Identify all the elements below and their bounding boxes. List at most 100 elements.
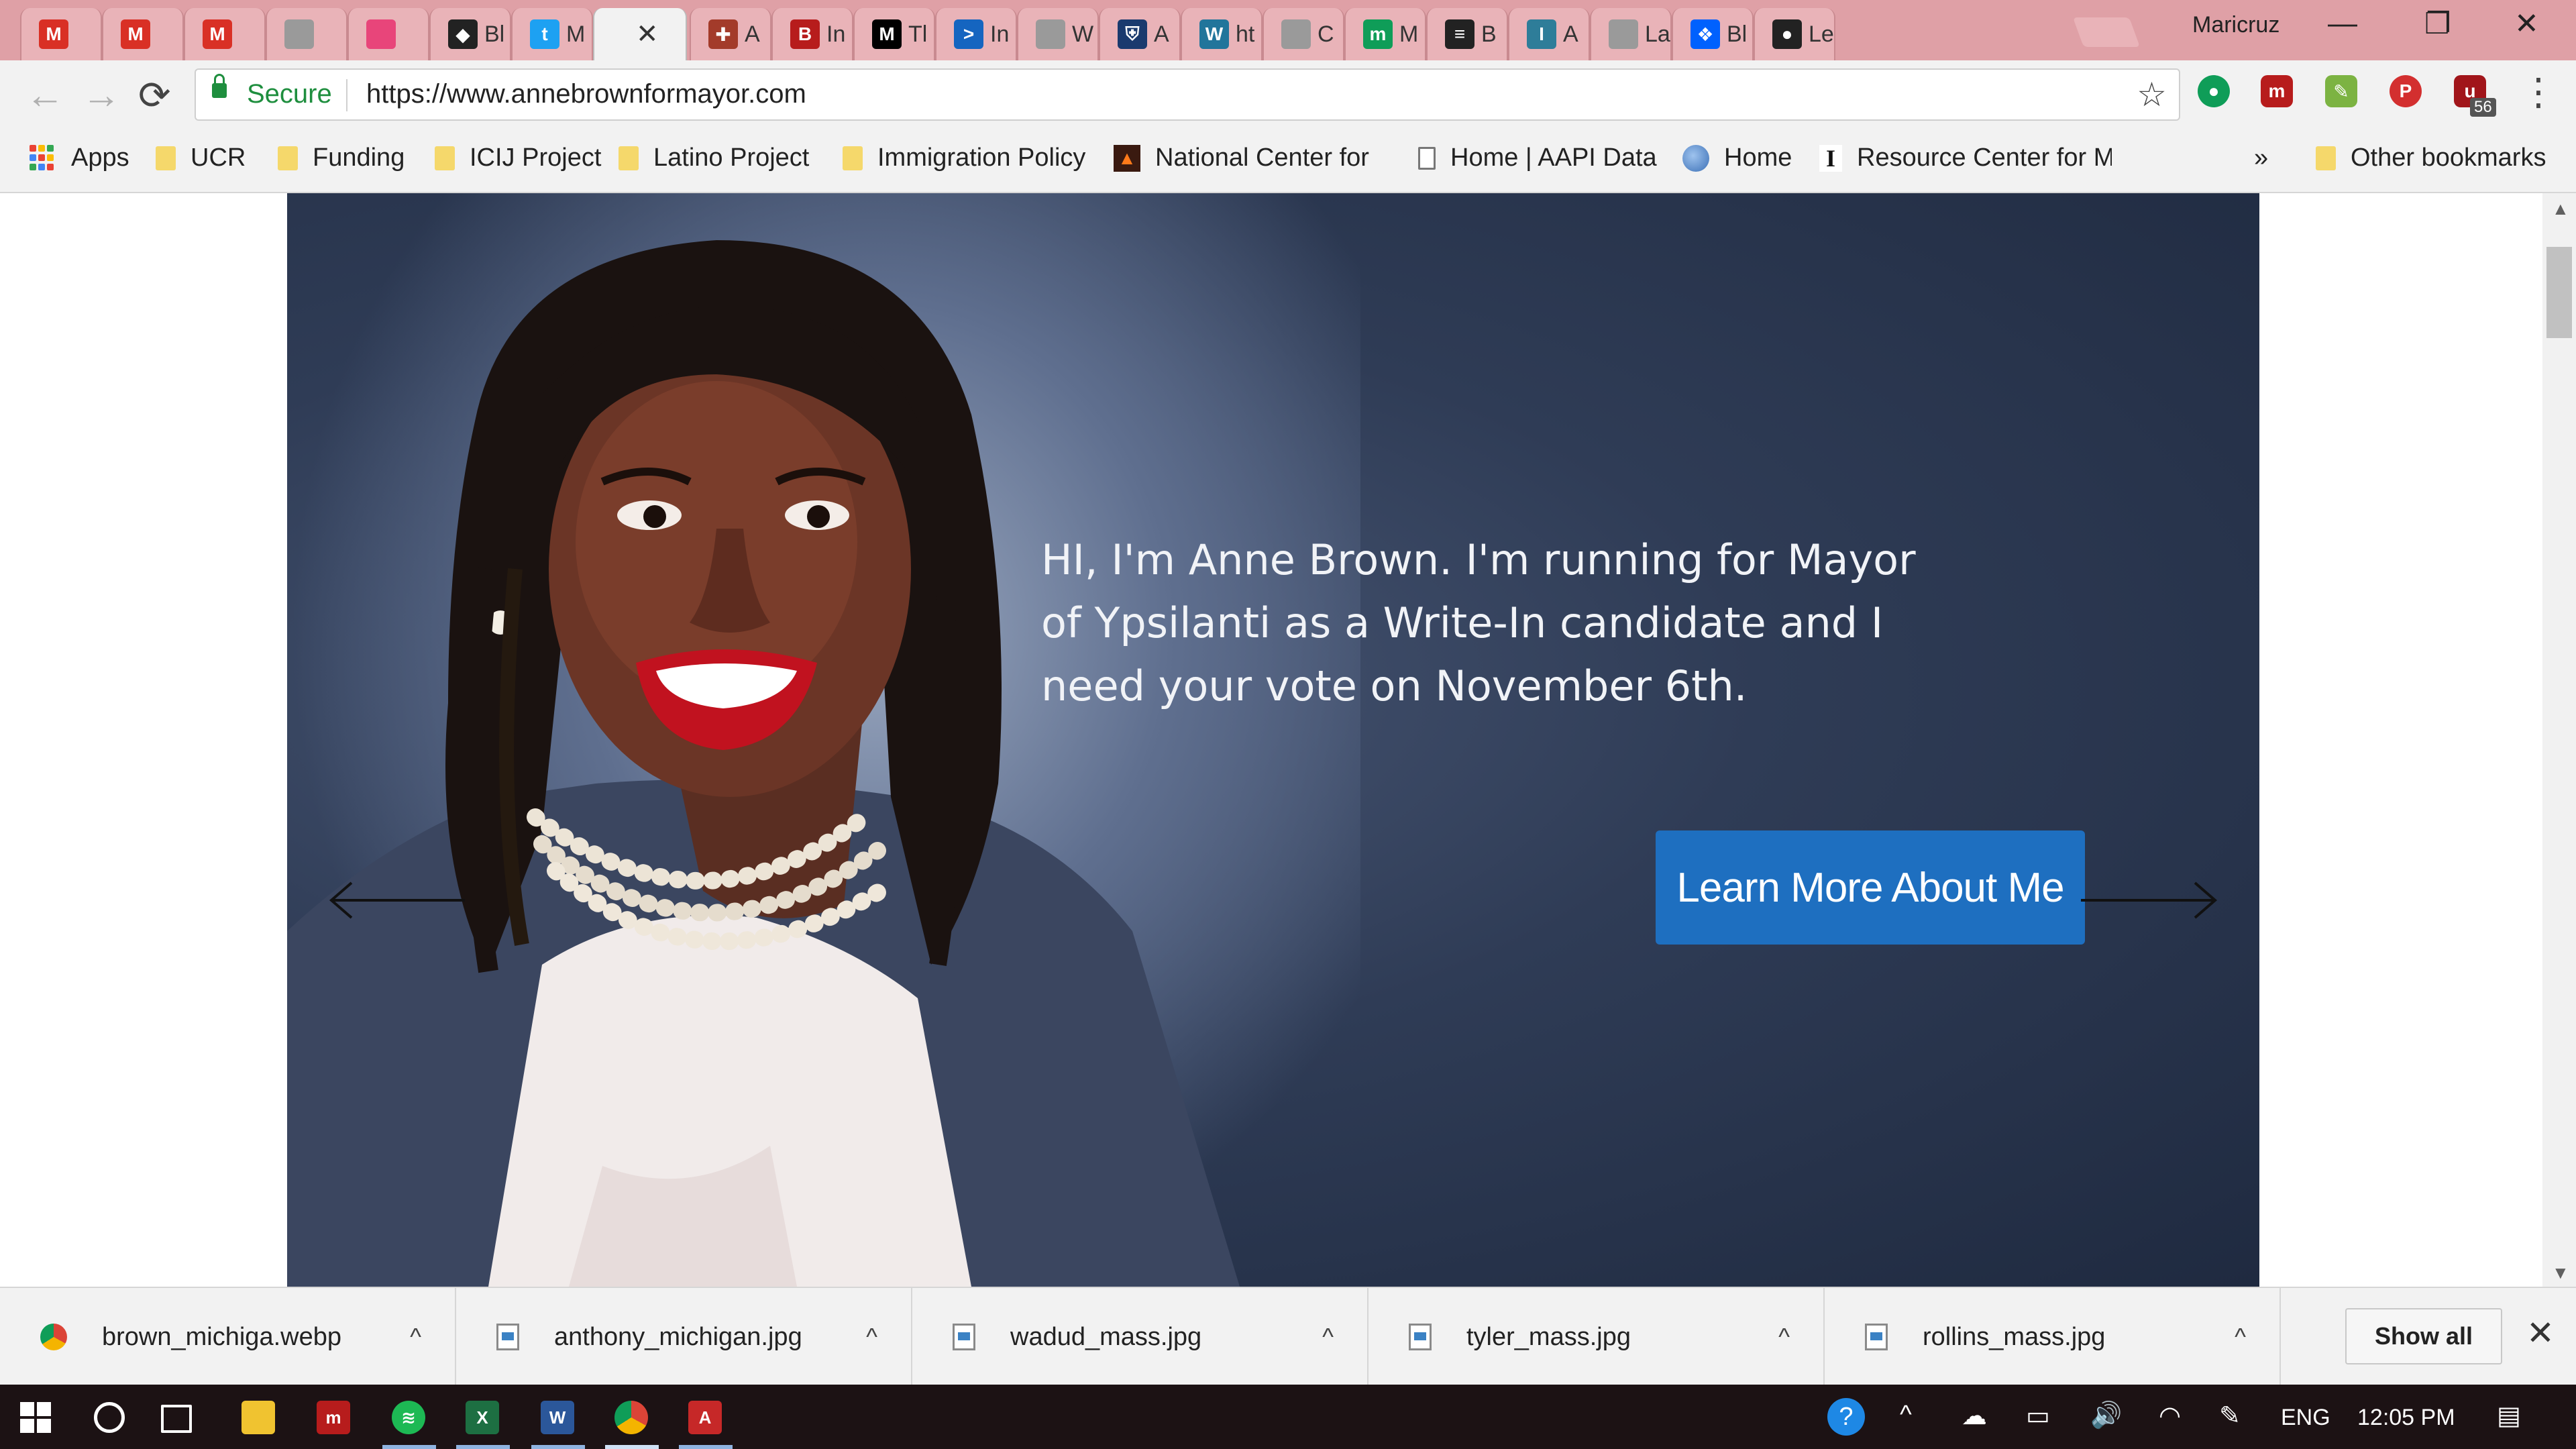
browser-tab[interactable]: > In	[935, 8, 1017, 60]
task-view-icon[interactable]	[161, 1405, 192, 1433]
close-window-icon[interactable]: ✕	[2514, 7, 2539, 41]
chevron-double-icon: »	[2254, 144, 2269, 172]
download-options-chevron-icon[interactable]: ^	[866, 1323, 877, 1351]
acrobat-icon[interactable]: A	[688, 1401, 722, 1434]
carousel-next-arrow-icon[interactable]	[2078, 880, 2219, 920]
browser-tab[interactable]	[347, 8, 429, 60]
mendeley-app-icon[interactable]: m	[317, 1401, 350, 1434]
bookmark-item[interactable]: I Resource Center for M	[1819, 144, 2112, 172]
bookmarks-bar: Apps UCR Funding ICIJ Project Latino Project…	[0, 129, 2576, 193]
browser-tab[interactable]: IA	[1508, 8, 1590, 60]
scroll-up-icon[interactable]: ▲	[2552, 199, 2569, 219]
minimize-icon[interactable]: —	[2328, 7, 2357, 40]
browser-tab[interactable]: Wht	[1181, 8, 1263, 60]
profile-name[interactable]: Maricruz	[2192, 12, 2279, 38]
browser-tab[interactable]: ✕	[593, 8, 687, 60]
browser-tab[interactable]: M	[20, 8, 102, 60]
volume-icon[interactable]: 🔊	[2090, 1401, 2122, 1430]
github-icon: ●	[1772, 19, 1802, 49]
browser-tab[interactable]: mM	[1344, 8, 1426, 60]
bookmarks-overflow-button[interactable]: »	[2254, 144, 2268, 172]
folder-icon	[619, 146, 639, 170]
back-button[interactable]: ←	[25, 72, 64, 117]
bookmark-item[interactable]: Immigration Policy	[843, 144, 1085, 172]
restore-icon[interactable]: ❐	[2424, 7, 2451, 41]
bookmark-item[interactable]: Funding	[278, 144, 405, 172]
bookmark-item[interactable]: Latino Project	[619, 144, 809, 172]
battery-icon[interactable]: ▭	[2026, 1401, 2050, 1431]
download-item[interactable]: brown_michiga.webp ^	[0, 1288, 456, 1386]
wifi-icon[interactable]: ◠	[2159, 1401, 2181, 1431]
flame-icon: ▲	[1114, 144, 1140, 172]
browser-tab[interactable]: M Tl	[853, 8, 935, 60]
browser-tab[interactable]: B In	[771, 8, 853, 60]
carousel-prev-arrow-icon[interactable]	[327, 880, 468, 920]
bookmark-item[interactable]: UCR	[156, 144, 246, 172]
clock[interactable]: 12:05 PM	[2357, 1405, 2455, 1431]
browser-tab[interactable]: ≡ B	[1426, 8, 1508, 60]
help-icon[interactable]: ?	[1827, 1398, 1865, 1436]
page-icon	[1609, 19, 1638, 49]
browser-tab[interactable]: tM	[511, 8, 593, 60]
action-center-icon[interactable]: ▤	[2497, 1401, 2521, 1431]
browser-tab[interactable]: M	[184, 8, 266, 60]
show-hidden-icons-chevron-icon[interactable]: ^	[1900, 1401, 1912, 1430]
new-tab-button[interactable]	[2072, 17, 2141, 47]
cortana-icon[interactable]	[94, 1402, 125, 1433]
tab-title: B	[1481, 21, 1497, 47]
excel-icon[interactable]: X	[466, 1401, 499, 1434]
bookmark-item[interactable]: Home	[1682, 144, 1792, 172]
url-text[interactable]: https://www.annebrownformayor.com	[366, 79, 806, 109]
word-icon[interactable]: W	[541, 1401, 574, 1434]
browser-tab[interactable]: ⛨ A	[1099, 8, 1181, 60]
download-options-chevron-icon[interactable]: ^	[410, 1323, 421, 1351]
bookmark-star-icon[interactable]: ☆	[2137, 75, 2167, 114]
browser-tab[interactable]: W	[1017, 8, 1099, 60]
download-item[interactable]: tyler_mass.jpg ^	[1368, 1288, 1825, 1386]
browser-tab[interactable]	[266, 8, 347, 60]
onedrive-icon[interactable]: ☁	[1962, 1401, 1987, 1431]
bookmark-label: Immigration Policy	[877, 144, 1086, 172]
close-tab-icon[interactable]: ✕	[636, 19, 659, 50]
menu-icon[interactable]: ⋮	[2520, 70, 2557, 114]
browser-tab[interactable]: ❖ Bl	[1672, 8, 1754, 60]
scroll-thumb[interactable]	[2546, 247, 2572, 338]
vertical-scrollbar[interactable]: ▲ ▼	[2542, 193, 2576, 1287]
reload-button[interactable]: ⟳	[138, 72, 171, 118]
forward-button[interactable]: →	[82, 72, 121, 117]
browser-tab[interactable]: La	[1590, 8, 1672, 60]
browser-tab[interactable]: ● Le	[1754, 8, 1835, 60]
download-options-chevron-icon[interactable]: ^	[1778, 1323, 1790, 1351]
download-item[interactable]: anthony_michigan.jpg ^	[456, 1288, 912, 1386]
browser-tab[interactable]: M	[102, 8, 184, 60]
green-tag-extension-icon[interactable]: ✎	[2325, 75, 2357, 107]
language-indicator[interactable]: ENG	[2281, 1405, 2330, 1431]
bookmark-item[interactable]: ICIJ Project	[435, 144, 601, 172]
download-item[interactable]: rollins_mass.jpg ^	[1825, 1288, 2281, 1386]
file-explorer-icon[interactable]	[241, 1401, 275, 1434]
learn-more-button[interactable]: Learn More About Me	[1656, 830, 2085, 945]
chrome-icon[interactable]	[614, 1401, 648, 1434]
address-bar[interactable]: Secure https://www.annebrownformayor.com…	[195, 68, 2180, 121]
download-options-chevron-icon[interactable]: ^	[2235, 1323, 2246, 1351]
bookmark-label: ICIJ Project	[470, 144, 602, 172]
bookmark-item[interactable]: ▲ National Center for F	[1114, 144, 1377, 172]
browser-tab[interactable]: ✚ A	[690, 8, 771, 60]
pinterest-icon[interactable]: P	[2390, 75, 2422, 107]
close-download-shelf-icon[interactable]: ✕	[2526, 1313, 2555, 1352]
bookmark-item[interactable]: Home | AAPI Data	[1418, 144, 1657, 172]
download-item[interactable]: wadud_mass.jpg ^	[912, 1288, 1368, 1386]
browser-tab[interactable]: ◆ Bl	[429, 8, 511, 60]
green-extension-icon[interactable]: ●	[2198, 75, 2230, 107]
pen-icon[interactable]: ✎	[2219, 1401, 2241, 1431]
show-all-button[interactable]: Show all	[2345, 1308, 2502, 1364]
secure-label: Secure	[247, 79, 332, 109]
download-options-chevron-icon[interactable]: ^	[1322, 1323, 1334, 1351]
windows-start-icon[interactable]	[20, 1402, 51, 1433]
mendeley-extension-icon[interactable]: m	[2261, 75, 2293, 107]
browser-tab[interactable]: C	[1263, 8, 1344, 60]
bookmark-item[interactable]: Apps	[30, 144, 129, 172]
spotify-icon[interactable]: ≋	[392, 1401, 425, 1434]
other-bookmarks[interactable]: Other bookmarks	[2316, 144, 2546, 172]
scroll-down-icon[interactable]: ▼	[2552, 1263, 2569, 1283]
